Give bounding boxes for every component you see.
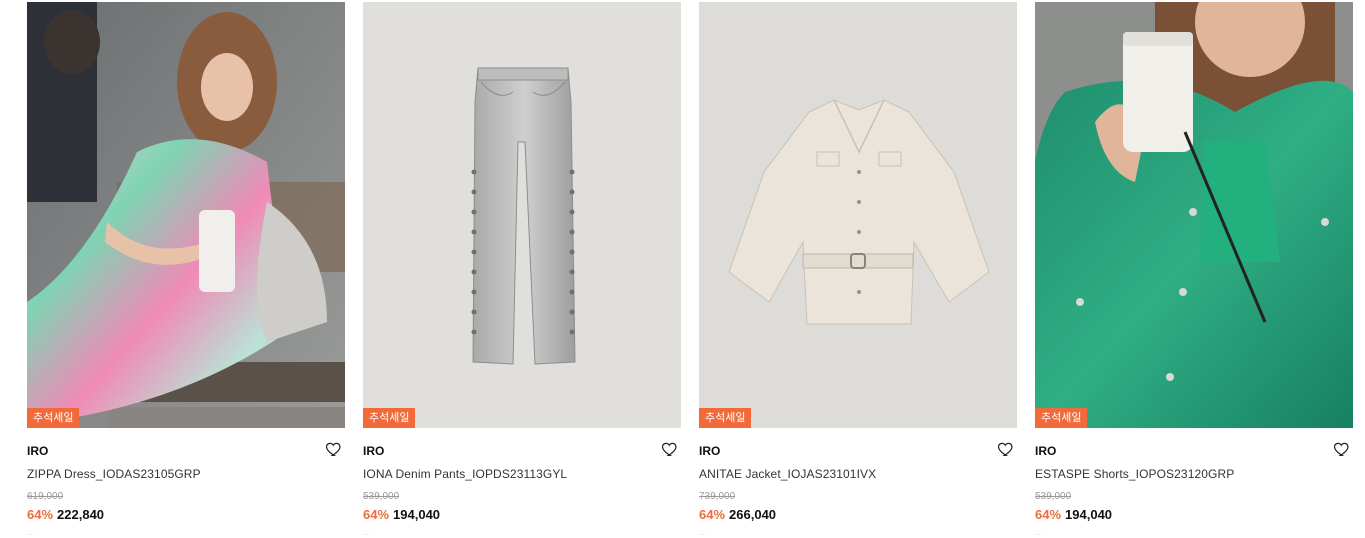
discount-rate: 64% bbox=[363, 507, 390, 522]
price-row: 64% 266,040 bbox=[699, 507, 776, 522]
discount-rate: 64% bbox=[27, 507, 54, 522]
price-row: 64% 222,840 bbox=[27, 507, 104, 522]
brand-name[interactable]: IRO bbox=[363, 444, 384, 458]
denim-pants-photo bbox=[363, 2, 681, 428]
product-name[interactable]: IONA Denim Pants_IOPDS23113GYL bbox=[363, 467, 567, 481]
price-row: 64% 194,040 bbox=[1035, 507, 1112, 522]
price-row: 64% 194,040 bbox=[363, 507, 440, 522]
extra-info: ·· bbox=[1035, 530, 1043, 538]
sale-price: 194,040 bbox=[393, 507, 441, 522]
product-grid: 추석세일 IRO ZIPPA Dress_IODAS23105GRP 619,0… bbox=[0, 0, 1365, 538]
brand-name[interactable]: IRO bbox=[1035, 444, 1056, 458]
product-name[interactable]: ZIPPA Dress_IODAS23105GRP bbox=[27, 467, 201, 481]
sale-badge: 추석세일 bbox=[699, 408, 752, 428]
brand-name[interactable]: IRO bbox=[699, 444, 720, 458]
discount-rate: 64% bbox=[699, 507, 726, 522]
product-image[interactable]: 추석세일 bbox=[27, 2, 345, 428]
dress-photo bbox=[27, 2, 345, 428]
extra-info: ·· bbox=[699, 530, 707, 538]
original-price: 739,000 bbox=[699, 491, 736, 502]
product-name[interactable]: ANITAE Jacket_IOJAS23101IVX bbox=[699, 467, 876, 481]
original-price: 539,000 bbox=[363, 491, 400, 502]
original-price: 619,000 bbox=[27, 491, 64, 502]
sale-badge: 추석세일 bbox=[1035, 408, 1088, 428]
green-outfit-photo bbox=[1035, 2, 1353, 428]
jacket-photo bbox=[699, 2, 1017, 428]
sale-price: 266,040 bbox=[729, 507, 777, 522]
product-image[interactable]: 추석세일 bbox=[699, 2, 1017, 428]
heart-outline-icon[interactable] bbox=[997, 440, 1015, 458]
heart-outline-icon[interactable] bbox=[1333, 440, 1351, 458]
product-card[interactable]: 추석세일 IRO ESTASPE Shorts_IOPOS23120GRP 53… bbox=[1035, 2, 1353, 538]
original-price: 539,000 bbox=[1035, 491, 1072, 502]
extra-info: ·· bbox=[27, 530, 35, 538]
sale-price: 194,040 bbox=[1065, 507, 1113, 522]
product-image[interactable]: 추석세일 bbox=[1035, 2, 1353, 428]
product-name[interactable]: ESTASPE Shorts_IOPOS23120GRP bbox=[1035, 467, 1234, 481]
discount-rate: 64% bbox=[1035, 507, 1062, 522]
sale-badge: 추석세일 bbox=[363, 408, 416, 428]
extra-info: ·· bbox=[363, 530, 371, 538]
product-card[interactable]: 추석세일 IRO ANITAE Jacket_IOJAS23101IVX 739… bbox=[699, 2, 1017, 538]
product-card[interactable]: 추석세일 IRO IONA Denim Pants_IOPDS23113GYL … bbox=[363, 2, 681, 538]
brand-name[interactable]: IRO bbox=[27, 444, 48, 458]
sale-badge: 추석세일 bbox=[27, 408, 80, 428]
product-image[interactable]: 추석세일 bbox=[363, 2, 681, 428]
product-card[interactable]: 추석세일 IRO ZIPPA Dress_IODAS23105GRP 619,0… bbox=[27, 2, 345, 538]
sale-price: 222,840 bbox=[57, 507, 105, 522]
heart-outline-icon[interactable] bbox=[325, 440, 343, 458]
heart-outline-icon[interactable] bbox=[661, 440, 679, 458]
